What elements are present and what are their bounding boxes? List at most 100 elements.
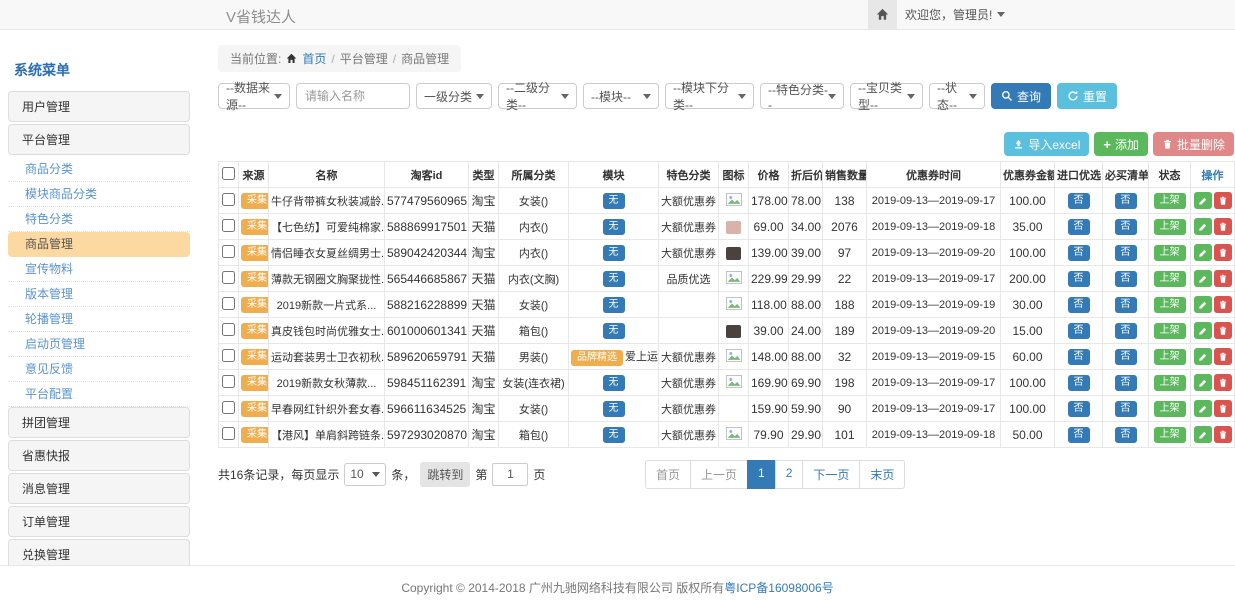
must-buy-badge[interactable]: 否 [1115, 219, 1137, 235]
row-checkbox[interactable] [222, 219, 235, 232]
filter-select[interactable]: --宝贝类型-- [850, 83, 923, 109]
edit-button[interactable] [1194, 348, 1212, 365]
delete-button[interactable] [1214, 296, 1232, 313]
page-size-select[interactable]: 10 [344, 463, 386, 486]
pager-button[interactable]: 末页 [859, 460, 905, 489]
filter-select[interactable]: --模块-- [583, 83, 659, 109]
status-badge[interactable]: 上架 [1154, 323, 1186, 339]
delete-button[interactable] [1214, 322, 1232, 339]
select-all-checkbox[interactable] [222, 167, 235, 180]
sidebar-group[interactable]: 用户管理 [8, 91, 190, 122]
status-badge[interactable]: 上架 [1154, 245, 1186, 261]
filter-select[interactable]: --模块下分类-- [665, 83, 754, 109]
sidebar-item[interactable]: 轮播管理 [8, 307, 190, 332]
module-badge[interactable]: 无 [603, 271, 625, 287]
delete-button[interactable] [1214, 426, 1232, 443]
delete-button[interactable] [1214, 192, 1232, 209]
filter-select[interactable]: --特色分类-- [760, 83, 844, 109]
sidebar-group[interactable]: 消息管理 [8, 473, 190, 504]
module-badge[interactable]: 无 [603, 193, 625, 209]
edit-button[interactable] [1194, 374, 1212, 391]
reset-button[interactable]: 重置 [1057, 83, 1117, 109]
import-select-badge[interactable]: 否 [1068, 245, 1090, 261]
import-select-badge[interactable]: 否 [1068, 349, 1090, 365]
module-badge[interactable]: 无 [603, 323, 625, 339]
filter-select[interactable]: --二级分类-- [498, 83, 577, 109]
row-checkbox[interactable] [222, 271, 235, 284]
jump-button[interactable]: 跳转到 [420, 462, 470, 487]
status-badge[interactable]: 上架 [1154, 401, 1186, 417]
import-select-badge[interactable]: 否 [1068, 401, 1090, 417]
row-checkbox[interactable] [222, 193, 235, 206]
status-badge[interactable]: 上架 [1154, 219, 1186, 235]
delete-button[interactable] [1214, 270, 1232, 287]
status-badge[interactable]: 上架 [1154, 375, 1186, 391]
name-search-input[interactable] [296, 83, 410, 109]
navbar-home-button[interactable] [868, 0, 897, 29]
sidebar-item[interactable]: 平台配置 [8, 382, 190, 407]
module-badge[interactable]: 无 [603, 245, 625, 261]
import-select-badge[interactable]: 否 [1068, 219, 1090, 235]
edit-button[interactable] [1194, 244, 1212, 261]
edit-button[interactable] [1194, 426, 1212, 443]
pager-current-page[interactable]: 1 [747, 460, 776, 489]
jump-page-input[interactable] [492, 463, 528, 486]
row-checkbox[interactable] [222, 297, 235, 310]
sidebar-item[interactable]: 意见反馈 [8, 357, 190, 382]
import-select-badge[interactable]: 否 [1068, 297, 1090, 313]
import-select-badge[interactable]: 否 [1068, 427, 1090, 443]
search-button[interactable]: 查询 [991, 83, 1051, 109]
sidebar-group[interactable]: 省惠快报 [8, 440, 190, 471]
import-select-badge[interactable]: 否 [1068, 271, 1090, 287]
row-checkbox[interactable] [222, 375, 235, 388]
add-button[interactable]: + 添加 [1094, 132, 1148, 156]
module-badge[interactable]: 无 [603, 297, 625, 313]
filter-select[interactable]: --状态-- [929, 83, 985, 109]
import-select-badge[interactable]: 否 [1068, 193, 1090, 209]
import-excel-button[interactable]: 导入excel [1004, 132, 1089, 156]
delete-button[interactable] [1214, 348, 1232, 365]
edit-button[interactable] [1194, 400, 1212, 417]
edit-button[interactable] [1194, 270, 1212, 287]
row-checkbox[interactable] [222, 401, 235, 414]
sidebar-group[interactable]: 平台管理 [8, 124, 190, 155]
row-checkbox[interactable] [222, 245, 235, 258]
sidebar-item[interactable]: 启动页管理 [8, 332, 190, 357]
import-select-badge[interactable]: 否 [1068, 323, 1090, 339]
status-badge[interactable]: 上架 [1154, 297, 1186, 313]
row-checkbox[interactable] [222, 427, 235, 440]
delete-button[interactable] [1214, 218, 1232, 235]
module-badge[interactable]: 无 [603, 401, 625, 417]
status-badge[interactable]: 上架 [1154, 193, 1186, 209]
pager-button[interactable]: 下一页 [802, 460, 860, 489]
must-buy-badge[interactable]: 否 [1115, 427, 1137, 443]
user-menu[interactable]: 欢迎您，管理员! [905, 0, 1005, 29]
delete-button[interactable] [1214, 374, 1232, 391]
icp-link[interactable]: 粤ICP备16098006号 [724, 581, 833, 595]
sidebar-item[interactable]: 模块商品分类 [8, 182, 190, 207]
pager-button[interactable]: 上一页 [690, 460, 748, 489]
delete-button[interactable] [1214, 244, 1232, 261]
must-buy-badge[interactable]: 否 [1115, 323, 1137, 339]
import-select-badge[interactable]: 否 [1068, 375, 1090, 391]
must-buy-badge[interactable]: 否 [1115, 297, 1137, 313]
row-checkbox[interactable] [222, 349, 235, 362]
must-buy-badge[interactable]: 否 [1115, 271, 1137, 287]
edit-button[interactable] [1194, 218, 1212, 235]
sidebar-item[interactable]: 宣传物料 [8, 257, 190, 282]
module-badge[interactable]: 无 [603, 375, 625, 391]
must-buy-badge[interactable]: 否 [1115, 375, 1137, 391]
module-badge[interactable]: 品牌精选 [571, 350, 623, 366]
delete-button[interactable] [1214, 400, 1232, 417]
batch-delete-button[interactable]: 批量删除 [1153, 132, 1234, 156]
pager-button[interactable]: 首页 [645, 460, 691, 489]
status-badge[interactable]: 上架 [1154, 271, 1186, 287]
status-badge[interactable]: 上架 [1154, 349, 1186, 365]
must-buy-badge[interactable]: 否 [1115, 401, 1137, 417]
sidebar-item[interactable]: 特色分类 [8, 207, 190, 232]
edit-button[interactable] [1194, 296, 1212, 313]
edit-button[interactable] [1194, 192, 1212, 209]
sidebar-item[interactable]: 商品管理 [8, 232, 190, 257]
row-checkbox[interactable] [222, 323, 235, 336]
must-buy-badge[interactable]: 否 [1115, 349, 1137, 365]
